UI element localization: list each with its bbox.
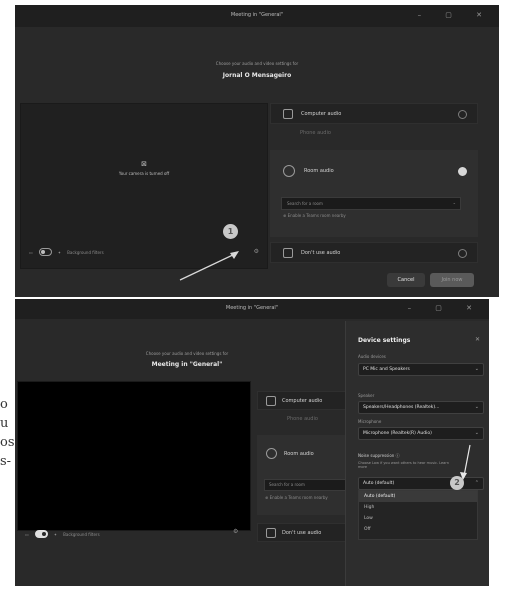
noise-option[interactable]: Low [359,513,477,524]
speaker-select[interactable]: Speakers/Headphones (Realtek)... ⌄ [358,401,484,414]
noise-suppression-hint: Choose Low if you want others to hear mu… [358,461,449,469]
chevron-down-icon: ⌄ [474,366,479,372]
noise-option[interactable]: Auto (default) [359,491,477,502]
noise-option[interactable]: Off [359,524,477,535]
speaker-label: Speaker [358,393,375,398]
noise-suppression-label: Noise suppression ⓘ [358,453,400,458]
nearby-rooms-2[interactable]: ⊕ Enable a Teams room nearby [265,495,328,500]
camera-toggle[interactable] [38,248,52,256]
cancel-button[interactable]: Cancel [387,273,425,287]
meeting-name-2: Meeting in "General" [151,361,223,368]
step-badge-2: 2 [450,476,464,490]
close-icon[interactable]: ✕ [475,336,480,343]
camera-icon: ▭ [29,249,33,255]
settings-gear-icon-2[interactable]: ⚙ [233,528,238,535]
microphone-label: Microphone [358,419,382,424]
background-filters[interactable]: Background filters [67,250,104,255]
background-filters-2[interactable]: Background filters [63,532,100,537]
radio-computer-audio[interactable] [458,110,467,119]
option-no-audio[interactable]: Don't use audio [270,242,478,263]
computer-icon [283,109,293,119]
window-controls[interactable]: – ▢ ✕ [418,11,493,19]
window-controls-2[interactable]: – ▢ ✕ [408,304,483,312]
side-text-fragment: o u os s- [0,397,15,469]
bottom-screenshot: Meeting in "General" – ▢ ✕ Choose your a… [15,299,489,586]
speaker-off-icon [283,248,293,258]
settings-gear-icon[interactable]: ⚙ [254,248,259,255]
noise-suppression-menu: Auto (default) High Low Off [358,490,478,540]
search-room-input[interactable]: Search for a room ⌄ [281,197,461,210]
meeting-name: Jornal O Mensageiro [222,72,292,79]
radio-no-audio[interactable] [458,249,467,258]
noise-option[interactable]: High [359,502,477,513]
subtitle-2: Choose your audio and video settings for [145,351,229,356]
speaker-off-icon-2 [266,528,276,538]
arrow-annotation-1 [179,251,239,281]
chevron-down-icon: ⌄ [452,200,456,205]
microphone-select[interactable]: Microphone (Realtek(R) Audio) ⌄ [358,427,484,440]
camera-toggle-2[interactable] [34,530,48,538]
video-controls: ▭ ✦ Background filters [29,248,104,256]
chevron-down-icon: ⌄ [474,404,479,410]
filters-icon: ✦ [57,249,62,255]
nearby-rooms[interactable]: ⊕ Enable a Teams room nearby [283,213,346,218]
option-computer-audio[interactable]: Computer audio [270,103,478,124]
join-now-button[interactable]: Join now [430,273,474,287]
room-icon-2 [266,448,277,459]
subtitle: Choose your audio and video settings for [215,61,299,66]
title-bar: Meeting in "General" – ▢ ✕ [15,5,499,27]
title-bar-2: Meeting in "General" – ▢ ✕ [15,299,489,319]
top-screenshot: Meeting in "General" – ▢ ✕ Choose your a… [15,5,499,297]
radio-room-audio[interactable] [458,167,467,176]
device-settings-heading: Device settings [358,337,411,344]
camera-off-text: Your camera is turned off [118,171,170,176]
computer-icon-2 [266,396,276,406]
audio-devices-select[interactable]: PC Mic and Speakers ⌄ [358,363,484,376]
chevron-down-icon: ⌄ [474,430,479,436]
device-settings-panel: Device settings ✕ Audio devices PC Mic a… [345,321,489,586]
camera-off-icon: ⊠ [141,160,147,168]
step-badge-1: 1 [223,224,238,239]
audio-devices-label: Audio devices [358,354,386,359]
video-controls-2: ▭ ✦ Background filters [25,530,100,538]
option-phone-audio[interactable]: Phone audio [270,125,476,141]
camera-preview-2 [17,381,251,531]
option-room-audio[interactable]: Room audio Search for a room ⌄ ⊕ Enable … [270,150,478,237]
filters-icon-2: ✦ [53,531,58,537]
room-icon [283,165,295,177]
camera-icon-2: ▭ [25,531,29,537]
